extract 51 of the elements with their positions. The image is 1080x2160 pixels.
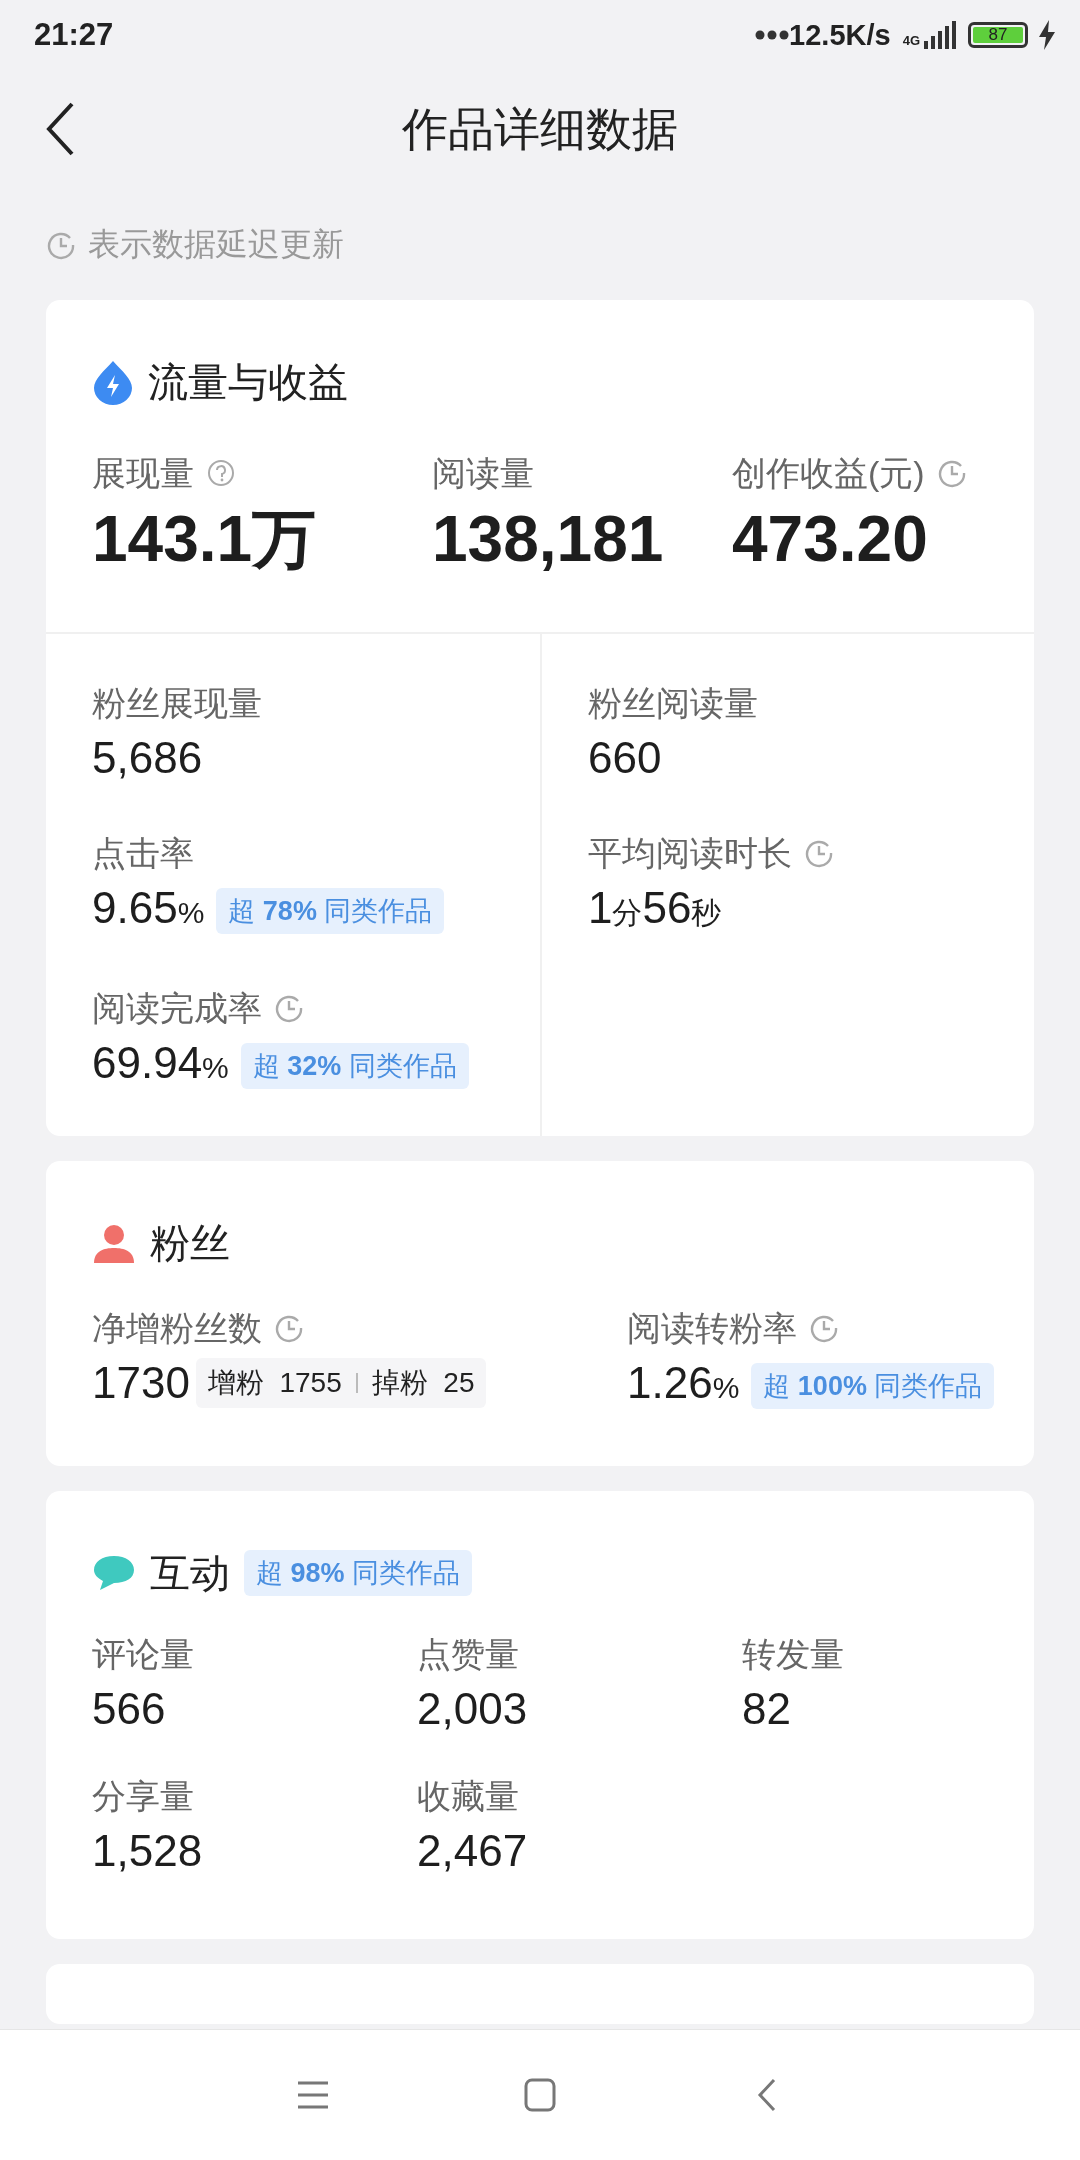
section-title: 互动 [150,1550,230,1597]
clock-icon [46,230,76,260]
metric-label: 展现量 [92,453,194,494]
metric-label: 阅读转粉率 [627,1308,797,1349]
battery-level: 87 [973,27,1023,43]
metric-label: 粉丝阅读量 [588,683,758,724]
metric-label: 分享量 [92,1776,194,1817]
metric-value: 1分56秒 [588,882,722,934]
metric-value: 2,467 [417,1825,528,1877]
metric-value: 473.20 [732,502,929,577]
water-drop-icon [92,359,134,405]
home-button[interactable] [523,2077,557,2113]
metric-value: 82 [742,1683,791,1735]
metric-label: 阅读完成率 [92,988,262,1029]
metric-label: 点击率 [92,833,194,874]
metric-value: 566 [92,1683,166,1735]
metric-label: 评论量 [92,1634,194,1675]
metric-label: 点赞量 [417,1634,519,1675]
metric-label: 收藏量 [417,1776,519,1817]
more-dots-icon [755,30,790,40]
delay-note: 表示数据延迟更新 [88,225,344,264]
clock-time: 21:27 [34,17,115,53]
charging-icon [1038,20,1056,50]
metric-value: 9.65% [92,882,205,934]
metric-value: 69.94% [92,1037,229,1089]
network-speed: 12.5K/s [789,18,891,52]
metric-value: 1730 [92,1357,190,1409]
section-title: 粉丝 [150,1220,230,1267]
metric-value: 138,181 [432,502,665,577]
section-title: 流量与收益 [148,359,348,406]
metric-value: 660 [588,732,662,784]
page-title: 作品详细数据 [401,102,679,157]
metric-value: 143.1万 [92,502,318,577]
metric-label: 粉丝展现量 [92,683,262,724]
metric-label: 平均阅读时长 [588,833,792,874]
metric-value: 5,686 [92,732,203,784]
metric-label: 阅读量 [432,453,534,494]
breakdown-item: 增粉 1755 [207,1366,342,1400]
signal-icon [924,21,958,49]
rank-badge: 超 78% 同类作品 [216,887,445,934]
metric-value: 1.26% [627,1357,740,1409]
rank-badge: 超 100% 同类作品 [751,1362,995,1409]
network-type: 4G [902,34,920,47]
rank-badge: 超 32% 同类作品 [240,1042,469,1089]
metric-label: 净增粉丝数 [92,1308,262,1349]
metric-label: 创作收益(元) [732,453,925,494]
metric-value: 2,003 [417,1683,528,1735]
metric-value: 1,528 [92,1825,203,1877]
rank-badge: 超 98% 同类作品 [244,1550,473,1596]
metric-label: 转发量 [742,1634,844,1675]
breakdown-item: 掉粉 25 [371,1366,475,1400]
